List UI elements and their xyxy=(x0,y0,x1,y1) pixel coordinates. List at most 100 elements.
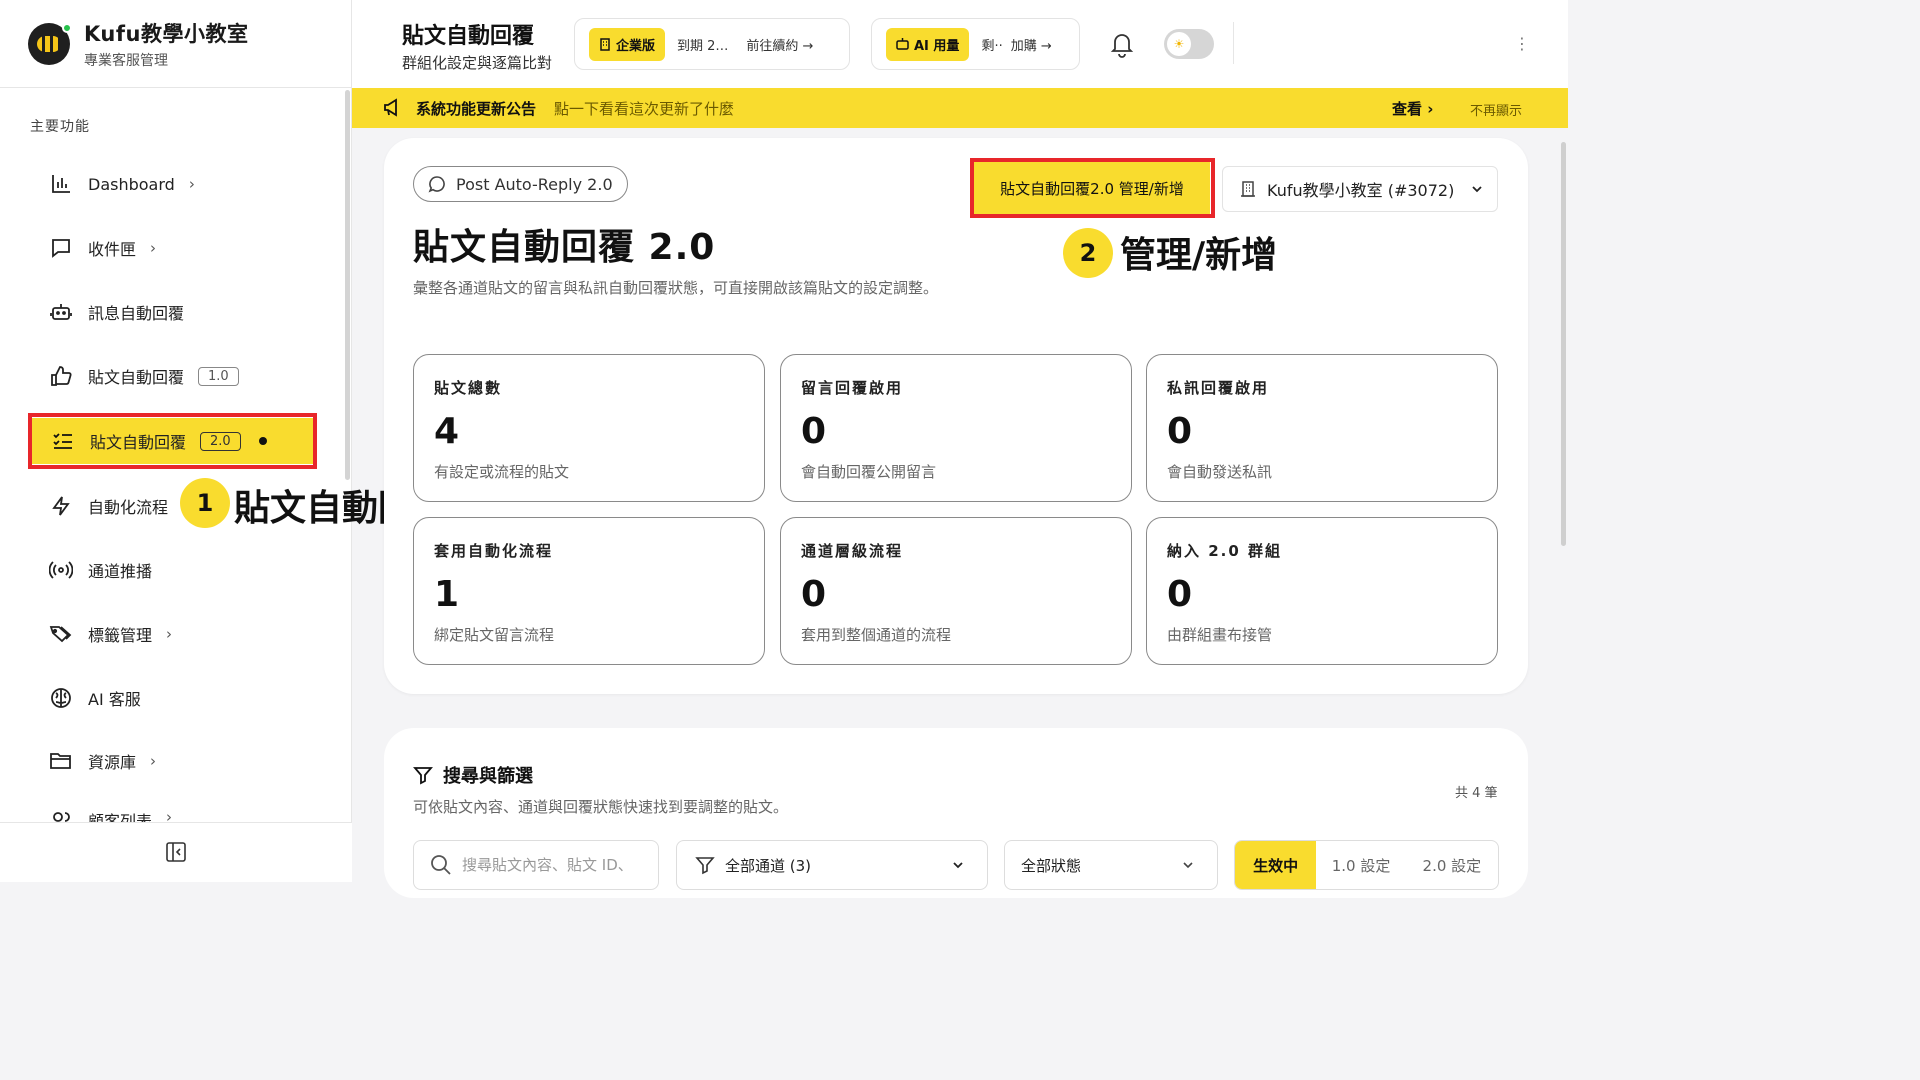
status-select-value: 全部狀態 xyxy=(1021,856,1082,875)
chevron-down-icon xyxy=(1472,186,1482,193)
annotation-step-2-text: 管理/新增 xyxy=(1120,235,1278,276)
stat-label: 納入 2.0 群組 xyxy=(1167,542,1283,560)
announcement-view-link[interactable]: 查看 › xyxy=(1392,98,1433,119)
highlight-box-manage xyxy=(970,158,1215,218)
segment-v2-settings[interactable]: 2.0 設定 xyxy=(1406,841,1498,889)
sidebar-item-resources[interactable]: 資源庫 › xyxy=(30,738,156,784)
stat-value: 1 xyxy=(434,574,460,615)
chevron-down-icon xyxy=(953,862,963,869)
stat-desc: 有設定或流程的貼文 xyxy=(434,463,570,481)
sidebar-item-label: 訊息自動回覆 xyxy=(88,304,185,323)
buy-more-link[interactable]: 加購 → xyxy=(1011,35,1052,54)
sidebar-item-inbox[interactable]: 收件匣 › xyxy=(30,225,156,271)
sidebar-item-label: 標籤管理 xyxy=(88,626,153,645)
stat-card-group-2[interactable]: 納入 2.0 群組 0 由群組畫布接管 xyxy=(1146,517,1498,665)
stat-value: 0 xyxy=(801,411,827,452)
sidebar-item-post-auto-reply-1[interactable]: 貼文自動回覆 1.0 xyxy=(30,353,239,399)
bee-logo-icon xyxy=(28,23,72,65)
stat-desc: 綁定貼文留言流程 xyxy=(434,626,555,644)
sidebar-item-label: 自動化流程 xyxy=(88,498,169,517)
filter-icon xyxy=(695,857,715,875)
announcement-dismiss-link[interactable]: 不再顯示 xyxy=(1470,100,1522,119)
stat-card-automation-flow[interactable]: 套用自動化流程 1 綁定貼文留言流程 xyxy=(413,517,765,665)
search-input[interactable] xyxy=(462,856,642,874)
annotation-step-1-circle: 1 xyxy=(180,478,230,528)
plan-tag: 企業版 xyxy=(589,27,666,61)
sidebar-item-message-auto-reply[interactable]: 訊息自動回覆 xyxy=(30,289,184,335)
main-scrollbar[interactable] xyxy=(1561,142,1566,546)
hero-title: 貼文自動回覆 2.0 xyxy=(413,227,716,268)
sidebar-item-tags[interactable]: 標籤管理 › xyxy=(30,611,172,657)
filter-title: 搜尋與篩選 xyxy=(413,762,533,788)
brand[interactable]: Kufu教學小教室 專業客服管理 xyxy=(28,20,248,69)
comment-icon xyxy=(428,176,445,193)
stat-card-dm-reply[interactable]: 私訊回覆啟用 0 會自動發送私訊 xyxy=(1146,354,1498,502)
workspace-select[interactable]: Kufu教學小教室 (#3072) xyxy=(1222,166,1498,212)
segment-v1-settings[interactable]: 1.0 設定 xyxy=(1316,841,1405,889)
sidebar-item-label: 資源庫 xyxy=(88,753,137,772)
stat-card-comment-reply[interactable]: 留言回覆啟用 0 會自動回覆公開留言 xyxy=(780,354,1132,502)
tag-icon xyxy=(48,621,74,647)
sidebar-item-automation[interactable]: 自動化流程 xyxy=(30,483,168,529)
ai-usage-box: AI 用量 剩·· 加購 → xyxy=(871,18,1080,70)
sun-icon: ☀ xyxy=(1167,32,1191,56)
lightning-icon xyxy=(48,493,74,519)
sidebar-item-label: 貼文自動回覆 xyxy=(88,368,185,387)
channel-select-value: 全部通道 (3) xyxy=(725,856,812,875)
sidebar-item-broadcast[interactable]: 通道推播 xyxy=(30,547,152,593)
announcement-banner[interactable]: 系統功能更新公告 點一下看看這次更新了什麼 查看 › 不再顯示 xyxy=(352,88,1568,128)
stat-desc: 會自動發送私訊 xyxy=(1167,463,1273,481)
stat-card-channel-flow[interactable]: 通道層級流程 0 套用到整個通道的流程 xyxy=(780,517,1132,665)
theme-toggle[interactable]: ☀ xyxy=(1164,29,1214,59)
sidebar-item-label: 收件匣 xyxy=(88,240,137,259)
channel-select[interactable]: 全部通道 (3) xyxy=(676,840,988,890)
renew-link[interactable]: 前往續約 → xyxy=(746,35,813,54)
version-badge: 1.0 xyxy=(198,366,239,386)
sidebar-item-label: AI 客服 xyxy=(88,690,141,709)
stat-value: 0 xyxy=(1167,574,1193,615)
status-select[interactable]: 全部狀態 xyxy=(1004,840,1218,890)
collapse-sidebar-icon[interactable] xyxy=(164,840,188,864)
filter-icon xyxy=(413,767,433,785)
ai-remaining: 剩·· xyxy=(981,38,1003,54)
stat-label: 私訊回覆啟用 xyxy=(1167,379,1270,397)
bell-icon[interactable] xyxy=(1109,30,1135,58)
chevron-down-icon xyxy=(1183,862,1193,869)
broadcast-icon xyxy=(48,557,74,583)
bar-chart-icon xyxy=(48,171,74,197)
sidebar-section-label: 主要功能 xyxy=(30,119,90,135)
stat-value: 4 xyxy=(434,411,460,452)
stat-label: 套用自動化流程 xyxy=(434,542,554,560)
workspace-name: Kufu教學小教室 (#3072) xyxy=(1267,181,1455,200)
online-status-dot xyxy=(62,23,72,33)
stat-card-total-posts[interactable]: 貼文總數 4 有設定或流程的貼文 xyxy=(413,354,765,502)
stat-desc: 由群組畫布接管 xyxy=(1167,626,1273,644)
sidebar-item-label: 顧客列表 xyxy=(88,812,153,822)
sidebar-scrollbar[interactable] xyxy=(345,90,350,480)
brain-icon xyxy=(48,685,74,711)
page-subtitle: 群組化設定與逐篇比對 xyxy=(402,54,553,72)
feature-chip: Post Auto-Reply 2.0 xyxy=(413,166,628,202)
thumbs-up-icon xyxy=(48,363,74,389)
top-bar: 貼文自動回覆 群組化設定與逐篇比對 企業版 到期 2… 前往續約 → AI 用量… xyxy=(352,0,1568,88)
announcement-title: 系統功能更新公告 xyxy=(416,99,537,118)
chevron-right-icon: › xyxy=(188,175,195,193)
stat-label: 貼文總數 xyxy=(434,379,503,397)
plan-expiry: 到期 2… xyxy=(677,38,729,54)
more-options-icon[interactable]: ⋮ xyxy=(1514,34,1530,53)
users-icon xyxy=(48,808,74,822)
segment-active[interactable]: 生效中 xyxy=(1235,841,1317,889)
announcement-desc: 點一下看看這次更新了什麼 xyxy=(554,99,735,118)
search-box[interactable] xyxy=(413,840,659,890)
robot-icon xyxy=(48,299,74,325)
chat-bubble-icon xyxy=(48,235,74,261)
sidebar-item-label: 通道推播 xyxy=(88,562,153,581)
sidebar-item-dashboard[interactable]: Dashboard › xyxy=(30,161,195,207)
overview-card: Post Auto-Reply 2.0 貼文自動回覆 2.0 彙整各通道貼文的留… xyxy=(384,138,1528,694)
sidebar-item-ai-service[interactable]: AI 客服 xyxy=(30,675,141,721)
stat-value: 0 xyxy=(801,574,827,615)
building-icon xyxy=(600,37,610,51)
chevron-right-icon: › xyxy=(150,752,157,770)
sidebar: Kufu教學小教室 專業客服管理 主要功能 Dashboard › 收件匣 › … xyxy=(0,0,352,882)
sidebar-item-customers[interactable]: 顧客列表 › xyxy=(30,800,172,822)
